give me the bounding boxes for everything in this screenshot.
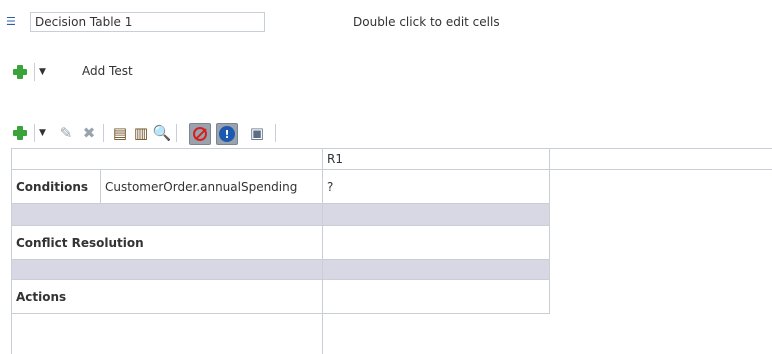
conditions-label: Conditions [11,170,101,204]
decision-table: R1 Conditions CustomerOrder.annualSpendi… [11,148,772,354]
band-row [323,260,550,280]
header-blank-cell [11,148,323,170]
decision-table-name-input[interactable] [30,12,265,32]
actions-label: Actions [11,280,323,314]
actions-cell[interactable] [323,280,550,314]
no-entry-icon[interactable] [189,123,211,145]
insert-column-after-icon[interactable]: ▥ [132,124,150,142]
dropdown-arrow-icon[interactable]: ▼ [39,67,46,77]
add-plus-icon[interactable] [13,126,27,140]
edit-hint: Double click to edit cells [353,15,500,29]
add-test-plus-icon[interactable] [13,65,27,79]
band-row [11,260,323,280]
separator [176,124,177,142]
conflict-resolution-cell[interactable] [323,226,550,260]
condition-expression-cell[interactable]: CustomerOrder.annualSpending [101,170,323,204]
delete-x-icon[interactable]: ✖ [80,124,98,142]
header-filler-cell [550,148,772,170]
empty-area-left [11,314,323,354]
separator [103,124,104,142]
add-test-button[interactable]: Add Test [82,64,133,78]
find-icon[interactable]: 🔍 [153,124,172,142]
separator [34,124,35,142]
dropdown-arrow-icon[interactable]: ▼ [39,128,46,138]
pencil-icon[interactable]: ✎ [57,124,75,142]
condition-value-cell[interactable]: ? [323,170,550,204]
rule-header-r1[interactable]: R1 [323,148,550,170]
collapse-icon[interactable]: ☰ [6,15,18,29]
compact-table-icon[interactable]: ▣ [248,124,266,142]
band-row [323,204,550,226]
insert-column-icon[interactable]: ▤ [111,124,129,142]
band-row [11,204,323,226]
conflict-resolution-label: Conflict Resolution [11,226,323,260]
alert-icon[interactable]: ! [216,123,238,145]
separator [34,63,35,81]
separator [275,124,276,142]
